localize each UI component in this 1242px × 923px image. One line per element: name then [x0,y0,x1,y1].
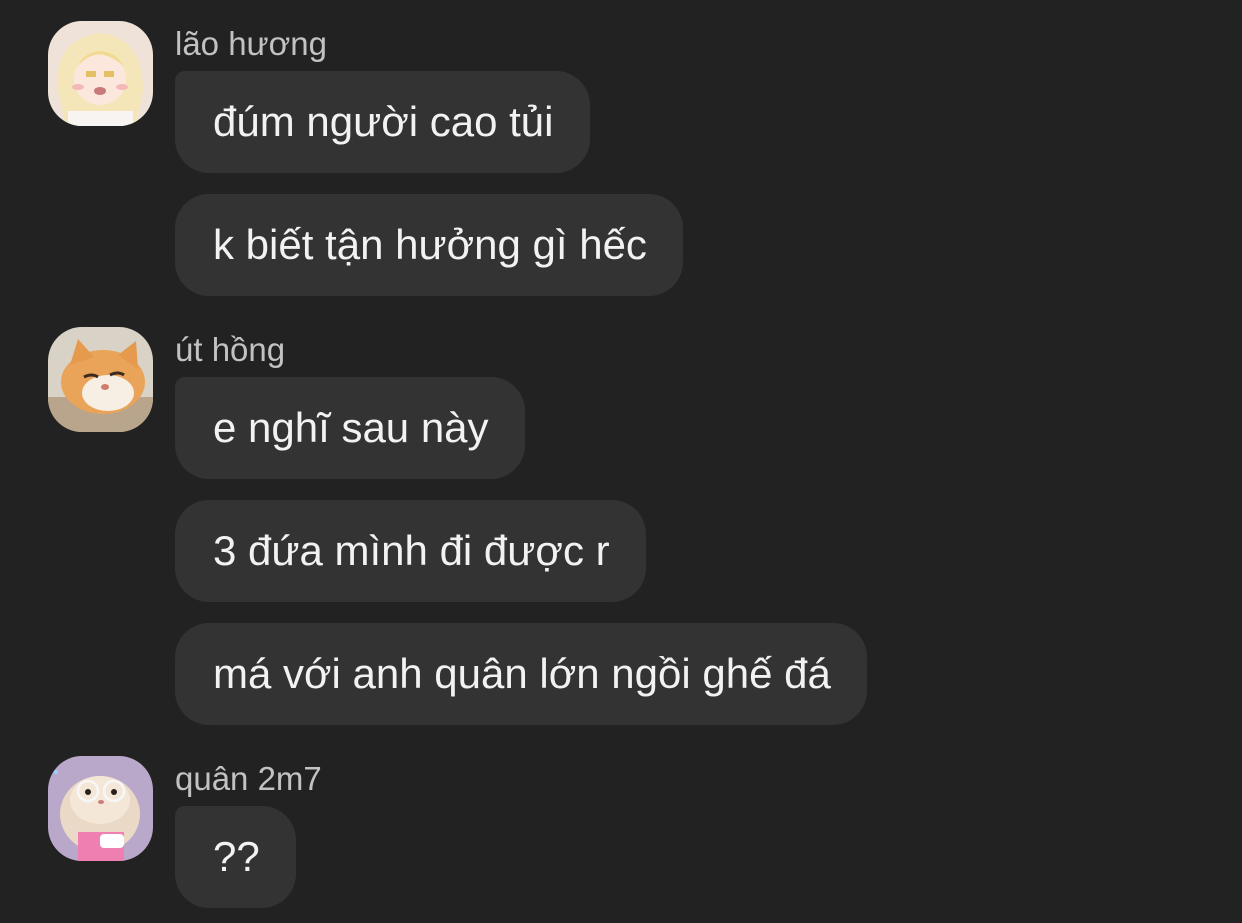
sender-name: lão hương [175,25,327,62]
sender-name: út hồng [175,331,286,368]
message-bubble[interactable]: e nghĩ sau này [175,377,525,479]
sender-name: quân 2m7 [175,760,322,797]
message-bubble[interactable]: má với anh quân lớn ngồi ghế đá [175,623,867,725]
hamster-glasses-avatar[interactable] [48,756,153,861]
message-bubble[interactable]: đúm người cao tủi [175,71,590,173]
chat-thread: lão hương đúm người cao tủi k biết tận h… [0,0,1242,923]
message-bubble[interactable]: ?? [175,806,296,908]
message-bubble[interactable]: k biết tận hưởng gì hếc [175,194,683,296]
orange-cat-avatar-image [48,327,153,432]
orange-cat-avatar[interactable] [48,327,153,432]
message-bubble[interactable]: 3 đứa mình đi được r [175,500,646,602]
hamster-glasses-avatar-image [48,756,153,861]
anime-girl-avatar-image [48,21,153,126]
anime-girl-avatar[interactable] [48,21,153,126]
